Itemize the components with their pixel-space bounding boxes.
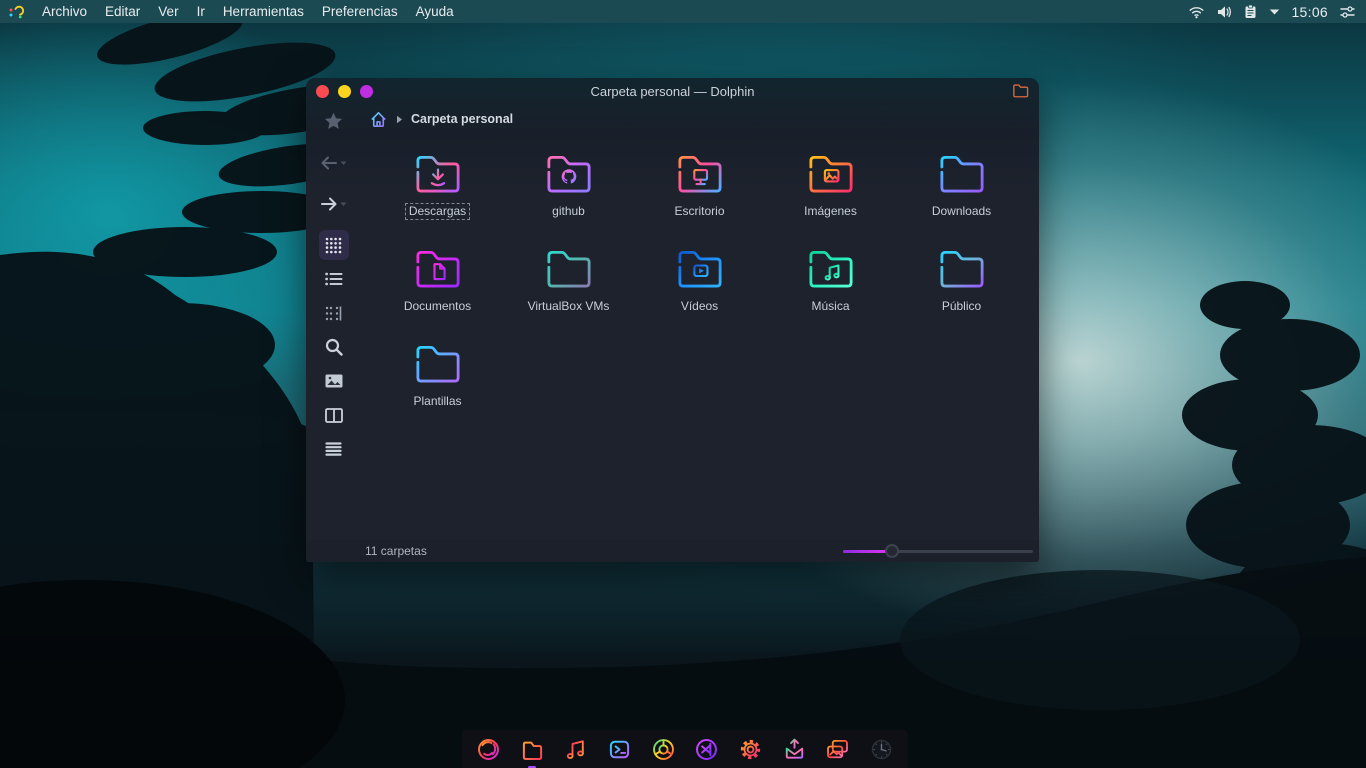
hamburger-menu-icon[interactable] — [319, 434, 349, 464]
window-folder-icon — [1012, 83, 1029, 98]
dock-file-manager-icon[interactable] — [515, 732, 549, 768]
folder-label: Descargas — [404, 203, 471, 220]
menu-ayuda[interactable]: Ayuda — [407, 0, 463, 23]
split-view-button[interactable] — [319, 400, 349, 430]
dock-music-icon[interactable] — [559, 732, 593, 766]
folder-view: Descargas github Escritorio Imágenes Dow… — [361, 134, 1039, 540]
clock[interactable]: 15:06 — [1291, 4, 1328, 20]
settings-sliders-icon[interactable] — [1339, 5, 1356, 19]
folder-label: Downloads — [931, 204, 992, 218]
menu-ir[interactable]: Ir — [188, 0, 214, 23]
dock-chromium-icon[interactable] — [646, 732, 680, 766]
location-bar: Carpeta personal — [361, 104, 1039, 134]
dock-code-editor-icon[interactable] — [690, 732, 724, 766]
close-button[interactable] — [316, 85, 329, 98]
icons-view-button[interactable] — [318, 230, 349, 260]
folder-icon — [415, 250, 460, 288]
desktop: Archivo Editar Ver Ir Herramientas Prefe… — [0, 0, 1366, 768]
folder-icon — [677, 155, 722, 193]
volume-icon[interactable] — [1216, 5, 1232, 19]
github-octocat-glyph — [561, 169, 576, 184]
folder-musica[interactable]: Música — [765, 241, 896, 336]
zoom-slider-handle[interactable] — [885, 544, 900, 558]
folder-plantillas[interactable]: Plantillas — [372, 336, 503, 431]
home-icon[interactable] — [369, 110, 388, 129]
forward-history-chevron-icon — [340, 202, 347, 206]
zoom-slider[interactable] — [843, 544, 1033, 558]
menu-herramientas[interactable]: Herramientas — [214, 0, 313, 23]
folder-escritorio[interactable]: Escritorio — [634, 146, 765, 241]
download-arrow-glyph — [430, 168, 445, 187]
folder-documentos[interactable]: Documentos — [372, 241, 503, 336]
folder-label: VirtualBox VMs — [527, 299, 610, 313]
bookmark-star-icon[interactable] — [306, 104, 361, 138]
folder-icon — [939, 250, 984, 288]
dock-clock-icon[interactable] — [864, 732, 898, 766]
maximize-button[interactable] — [360, 85, 373, 98]
folder-imagenes[interactable]: Imágenes — [765, 146, 896, 241]
item-count: 11 carpetas — [365, 544, 427, 558]
search-icon[interactable] — [319, 332, 349, 362]
folder-virtualbox-vms[interactable]: VirtualBox VMs — [503, 241, 634, 336]
folder-publico[interactable]: Público — [896, 241, 1027, 336]
clipboard-icon[interactable] — [1243, 4, 1258, 19]
folder-icon — [546, 250, 591, 288]
dock-settings-gear-icon[interactable] — [733, 732, 767, 766]
folder-videos[interactable]: Vídeos — [634, 241, 765, 336]
document-glyph — [432, 263, 446, 281]
dock-terminal-icon[interactable] — [603, 732, 637, 766]
image-glyph — [823, 169, 839, 183]
folder-icon — [415, 345, 460, 383]
folder-downloads[interactable]: Downloads — [896, 146, 1027, 241]
folder-label: Vídeos — [680, 299, 719, 313]
dock-photos-icon[interactable] — [821, 732, 855, 766]
dock-mail-icon[interactable] — [777, 732, 811, 766]
menu-archivo[interactable]: Archivo — [33, 0, 96, 23]
back-history-chevron-icon — [340, 161, 347, 165]
folder-icon — [415, 155, 460, 193]
menu-ver[interactable]: Ver — [149, 0, 187, 23]
folder-descargas[interactable]: Descargas — [372, 146, 503, 241]
system-tray: 15:06 — [1188, 4, 1366, 20]
forward-button[interactable] — [320, 197, 347, 211]
dock-firefox-icon[interactable] — [472, 732, 506, 766]
dolphin-window: Carpeta personal — Dolphin Carpeta perso… — [306, 78, 1039, 562]
folder-label: Plantillas — [413, 394, 462, 408]
menu-preferencias[interactable]: Preferencias — [313, 0, 407, 23]
folder-icon — [939, 155, 984, 193]
list-view-button[interactable] — [319, 264, 349, 294]
back-button[interactable] — [320, 156, 347, 170]
tool-sidebar — [306, 104, 361, 540]
preview-icon[interactable] — [319, 366, 349, 396]
folder-label: Documentos — [403, 299, 472, 313]
statusbar: 11 carpetas — [306, 540, 1039, 562]
folder-label: github — [552, 204, 585, 218]
monitor-glyph — [692, 169, 708, 186]
minimize-button[interactable] — [338, 85, 351, 98]
music-note-glyph — [824, 264, 840, 281]
titlebar[interactable]: Carpeta personal — Dolphin — [306, 78, 1039, 104]
folder-label: Público — [941, 299, 982, 313]
wifi-icon[interactable] — [1188, 5, 1205, 19]
breadcrumb-separator-icon — [396, 115, 403, 124]
folder-icon — [808, 155, 853, 193]
window-title: Carpeta personal — Dolphin — [590, 83, 755, 99]
folder-label: Música — [811, 299, 850, 313]
folder-label: Imágenes — [804, 204, 857, 218]
dock — [462, 730, 908, 768]
breadcrumb[interactable]: Carpeta personal — [411, 112, 513, 126]
folder-icon — [546, 155, 591, 193]
tray-chevron-down-icon[interactable] — [1269, 8, 1280, 16]
distro-logo-icon[interactable] — [8, 4, 24, 20]
global-menubar: Archivo Editar Ver Ir Herramientas Prefe… — [0, 0, 1366, 23]
folder-github[interactable]: github — [503, 146, 634, 241]
menu-editar[interactable]: Editar — [96, 0, 149, 23]
details-view-button[interactable] — [319, 298, 349, 328]
folder-label: Escritorio — [674, 204, 725, 218]
folder-icon — [677, 250, 722, 288]
folder-icon — [808, 250, 853, 288]
